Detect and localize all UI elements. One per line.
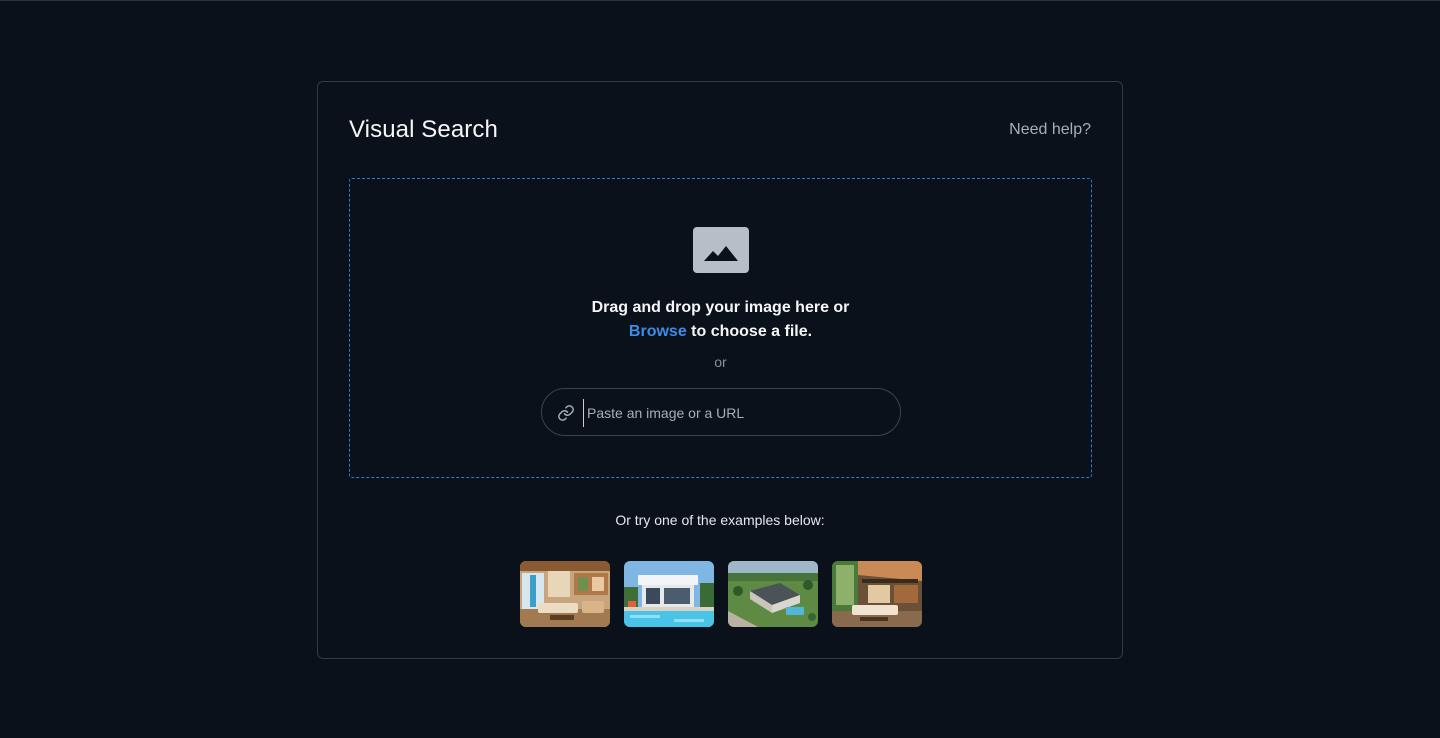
page: Visual Search Need help? Drag and drop y… bbox=[0, 0, 1440, 738]
help-link[interactable]: Need help? bbox=[1009, 121, 1091, 139]
drop-instructions-line2: Browse to choose a file. bbox=[350, 323, 1091, 341]
url-input[interactable] bbox=[583, 399, 883, 427]
drop-instructions-rest: to choose a file. bbox=[686, 323, 813, 340]
example-thumbnail-aerial-house[interactable] bbox=[728, 561, 818, 627]
image-icon bbox=[693, 227, 749, 273]
url-input-box[interactable] bbox=[541, 388, 901, 436]
browse-link[interactable]: Browse bbox=[629, 323, 687, 340]
example-thumbnail-pool-house[interactable] bbox=[624, 561, 714, 627]
visual-search-card: Visual Search Need help? Drag and drop y… bbox=[317, 81, 1123, 659]
page-title: Visual Search bbox=[349, 116, 498, 143]
drop-instructions-line1: Drag and drop your image here or bbox=[591, 299, 850, 316]
example-thumbnail-atrium-interior[interactable] bbox=[832, 561, 922, 627]
example-thumbnail-living-room[interactable] bbox=[520, 561, 610, 627]
image-dropzone[interactable]: Drag and drop your image here or Browse … bbox=[349, 178, 1092, 478]
examples-label: Or try one of the examples below: bbox=[615, 512, 825, 528]
or-divider: or bbox=[714, 354, 727, 370]
examples-row bbox=[520, 561, 922, 627]
link-icon bbox=[558, 405, 574, 421]
